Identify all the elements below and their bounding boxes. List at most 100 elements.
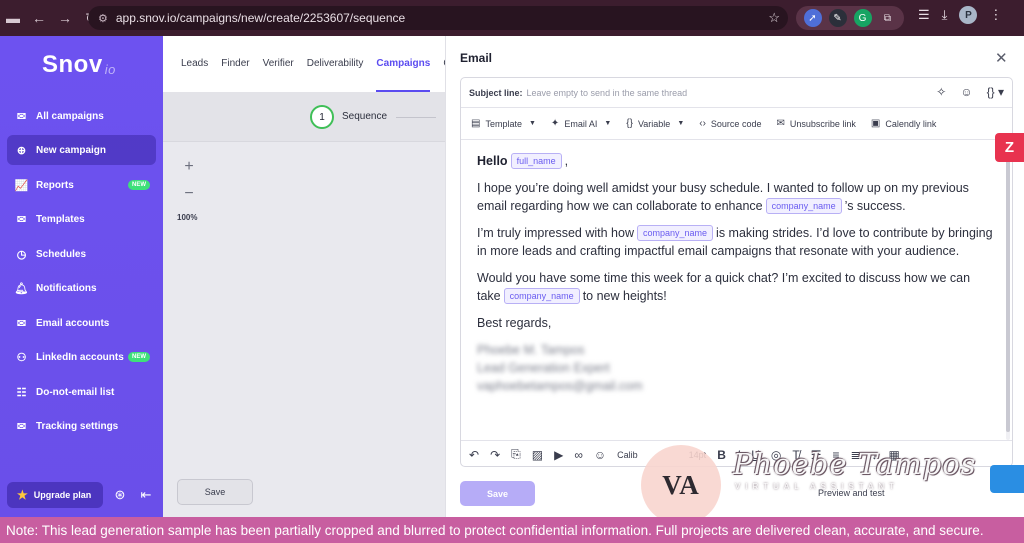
subject-input[interactable]	[526, 87, 907, 98]
tab-verifier[interactable]: Verifier	[263, 36, 294, 92]
greeting-line: Hello full_name,	[477, 153, 569, 169]
confidentiality-note: Note: This lead generation sample has be…	[0, 517, 1024, 543]
sidebar-item-schedules[interactable]: ◷ Schedules	[7, 239, 156, 269]
zoom-in-icon[interactable]: +	[177, 156, 201, 178]
sidebar-item-label: New campaign	[36, 144, 107, 156]
email-editor: Subject line: ✧ ☺ {} ▾ ▤ Template ▼ ✦ Em…	[460, 77, 1013, 467]
editor-scrollbar-thumb[interactable]	[1006, 142, 1010, 432]
template-icon: ▤	[471, 118, 481, 129]
chart-icon: 📈	[14, 179, 29, 192]
tracking-icon: ✉	[16, 420, 27, 433]
unsubscribe-link-button[interactable]: ✉ Unsubscribe link	[776, 118, 855, 129]
variable-chip[interactable]: company_name	[637, 225, 714, 241]
sequence-canvas[interactable]: 1 Sequence + − 100% Save	[163, 92, 445, 517]
envelope-icon: ✉	[16, 110, 27, 123]
sidebar-item-email-accounts[interactable]: ✉ Email accounts	[7, 308, 156, 338]
list-icon: ☷	[16, 386, 27, 399]
sidebar-item-templates[interactable]: ✉ Templates	[7, 204, 156, 234]
assistant-widget-icon[interactable]	[990, 465, 1024, 493]
sidebar-item-new-campaign[interactable]: ⊕ New campaign	[7, 135, 156, 165]
tab-finder[interactable]: Finder	[221, 36, 249, 92]
envelope-icon: ✉	[776, 118, 785, 129]
users-icon: ⚇	[16, 351, 27, 364]
bold-icon[interactable]: B	[717, 448, 726, 462]
source-code-button[interactable]: ‹› Source code	[699, 118, 761, 129]
subject-actions: ✧ ☺ {} ▾	[936, 85, 1004, 99]
attachment-icon[interactable]: ⎘	[511, 447, 521, 462]
redo-icon[interactable]: ↷	[490, 448, 500, 462]
variable-chip[interactable]: full_name	[510, 153, 562, 169]
variable-chip[interactable]: company_name	[765, 198, 842, 214]
watermark-name: Phoebe Tampos	[733, 447, 977, 481]
video-icon[interactable]: ▶	[554, 448, 563, 462]
address-bar[interactable]: ⚙ app.snov.io/campaigns/new/create/22536…	[88, 6, 788, 30]
forward-arrow-icon[interactable]: →	[52, 0, 78, 36]
download-icon[interactable]: ⤓	[942, 7, 948, 23]
app-sidebar: Snov io ✉ All campaigns ⊕ New campaign 📈 …	[0, 36, 163, 517]
reading-list-icon[interactable]: ☰	[918, 7, 930, 23]
minimize-tabs-icon[interactable]: ▬	[0, 0, 26, 36]
rocket-extension-icon[interactable]: ➚	[803, 9, 822, 27]
sidebar-item-label: Tracking settings	[36, 420, 119, 432]
zoom-level: 100%	[177, 213, 198, 222]
paragraph-3: Would you have some time this week for a…	[477, 271, 971, 304]
email-body[interactable]: Hello full_name, I hope you’re doing well…	[477, 152, 997, 395]
url-text: app.snov.io/campaigns/new/create/2253607…	[115, 11, 406, 25]
new-badge: NEW	[128, 180, 150, 190]
code-icon: ‹›	[699, 118, 706, 129]
step-connector	[396, 117, 436, 118]
sidebar-item-notifications[interactable]: 🔔︎ Notifications	[7, 273, 156, 303]
emoji-icon[interactable]: ☺	[960, 85, 972, 99]
sidebar-item-label: LinkedIn accounts	[36, 351, 124, 363]
sidebar-item-do-not-email-list[interactable]: ☷ Do-not-email list	[7, 377, 156, 407]
bookmark-star-icon[interactable]: ☆	[768, 10, 780, 26]
undo-icon[interactable]: ↶	[469, 448, 479, 462]
profile-avatar[interactable]: P	[959, 6, 978, 24]
help-lifebuoy-icon[interactable]: ⊛	[110, 485, 130, 505]
variable-braces-icon[interactable]: {} ▾	[987, 85, 1004, 99]
template-dropdown[interactable]: ▤ Template ▼	[471, 118, 536, 129]
pen-extension-icon[interactable]: ✎	[828, 9, 847, 27]
step-number[interactable]: 1	[310, 105, 334, 129]
font-family-select[interactable]: Calib	[617, 450, 638, 460]
signature-title: Lead Generation Expert	[477, 361, 610, 375]
snov-logo[interactable]: Snov io	[42, 51, 116, 79]
browser-menu-icon[interactable]: ⋮	[989, 7, 1002, 23]
tab-leads[interactable]: Leads	[181, 36, 208, 92]
variable-dropdown[interactable]: {} Variable ▼	[626, 118, 684, 129]
sidebar-item-reports[interactable]: 📈 Reports NEW	[7, 170, 156, 200]
sidebar-item-label: Reports	[36, 179, 74, 191]
emoji-icon[interactable]: ☺	[594, 448, 606, 462]
clock-icon: ◷	[16, 248, 27, 261]
tab-deliverability[interactable]: Deliverability	[307, 36, 364, 92]
step-label[interactable]: Sequence	[342, 111, 387, 122]
sidebar-item-label: Email accounts	[36, 317, 110, 329]
link-icon[interactable]: ∞	[574, 448, 583, 462]
chevron-down-icon: ▼	[604, 120, 612, 127]
va-watermark-logo: VA	[641, 445, 721, 525]
canvas-save-button[interactable]: Save	[177, 479, 253, 505]
save-button[interactable]: Save	[460, 481, 535, 506]
email-ai-dropdown[interactable]: ✦ Email AI ▼	[551, 118, 611, 129]
sidebar-item-linkedin-accounts[interactable]: ⚇ LinkedIn accounts NEW	[7, 342, 156, 372]
back-arrow-icon[interactable]: ←	[26, 0, 52, 36]
upgrade-plan-button[interactable]: ★ Upgrade plan	[7, 482, 103, 508]
site-settings-icon[interactable]: ⚙	[98, 12, 108, 25]
zotero-widget-icon[interactable]: Z	[995, 133, 1024, 162]
grammarly-extension-icon[interactable]: G	[853, 9, 872, 27]
tab-campaigns[interactable]: Campaigns	[376, 36, 431, 92]
image-icon[interactable]: ▨	[532, 448, 543, 462]
paragraph-1: I hope you’re doing well amidst your bus…	[477, 181, 969, 214]
watermark-tagline: VIRTUAL ASSISTANT	[735, 482, 899, 491]
sidebar-item-all-campaigns[interactable]: ✉ All campaigns	[7, 101, 156, 131]
calendly-link-button[interactable]: ▣ Calendly link	[871, 118, 936, 129]
variable-chip[interactable]: company_name	[503, 288, 580, 304]
zoom-out-icon[interactable]: −	[177, 183, 201, 205]
puzzle-extensions-icon[interactable]: ⧉	[879, 9, 897, 27]
collapse-sidebar-icon[interactable]: ⇤	[136, 485, 156, 505]
sidebar-item-tracking-settings[interactable]: ✉ Tracking settings	[7, 411, 156, 441]
template-icon: ✉	[16, 213, 27, 226]
close-icon[interactable]: ✕	[995, 49, 1008, 67]
star-icon: ★	[17, 488, 28, 502]
magic-wand-icon[interactable]: ✧	[936, 85, 946, 99]
